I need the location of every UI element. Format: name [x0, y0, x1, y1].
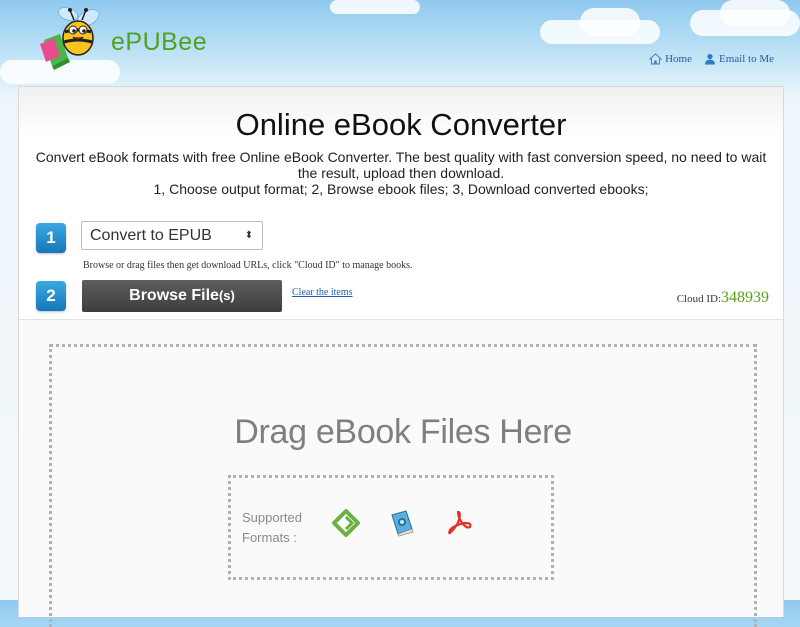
supported-formats-label: Supported Formats :	[242, 508, 302, 548]
page-description: Convert eBook formats with free Online e…	[29, 149, 773, 197]
page-title: Online eBook Converter	[235, 107, 567, 142]
browse-files-suffix: (s)	[218, 288, 235, 303]
clear-items-link[interactable]: Clear the items	[292, 287, 353, 298]
output-format-select[interactable]: Convert to EPUB ⬍	[81, 221, 263, 250]
drag-files-title: Drag eBook Files Here	[234, 413, 572, 451]
supported-formats-box: Supported Formats :	[228, 475, 554, 580]
step-2-badge: 2	[36, 281, 66, 311]
supported-formats-line-1: Supported	[242, 510, 302, 525]
sky-cloud	[720, 0, 790, 26]
steps-text: 1, Choose output format; 2, Browse ebook…	[153, 181, 649, 197]
bee-logo-icon[interactable]	[38, 6, 108, 70]
epub-icon	[332, 509, 360, 537]
cloud-id-label: Cloud ID:	[676, 293, 721, 305]
pdf-icon	[448, 510, 472, 535]
mobi-book-icon	[391, 510, 414, 537]
cloud-id[interactable]: Cloud ID:348939	[677, 289, 769, 307]
top-nav: Home Email to Me	[649, 53, 774, 65]
step-1-badge: 1	[36, 223, 66, 253]
user-icon	[705, 54, 715, 65]
converter-panel: Online eBook Converter Convert eBook for…	[18, 86, 784, 627]
browse-files-button[interactable]: Browse File(s)	[82, 280, 282, 312]
email-to-me-link[interactable]: Email to Me	[704, 53, 774, 65]
select-arrows-icon[interactable]: ⬍	[236, 222, 262, 249]
output-format-value: Convert to EPUB	[90, 227, 212, 244]
home-link-label: Home	[665, 53, 692, 65]
sky-cloud	[330, 0, 420, 14]
upload-hint: Browse or drag files then get download U…	[83, 260, 413, 271]
home-link[interactable]: Home	[649, 53, 692, 65]
sky-cloud	[580, 8, 640, 36]
description-text: Convert eBook formats with free Online e…	[35, 149, 767, 181]
browse-files-label: Browse File	[129, 287, 219, 304]
brand-name[interactable]: ePUBee	[111, 28, 207, 57]
supported-formats-line-2: Formats :	[242, 530, 297, 545]
email-to-me-label: Email to Me	[719, 53, 774, 65]
cloud-id-number[interactable]: 348939	[721, 289, 769, 306]
converter-header: Online eBook Converter Convert eBook for…	[19, 87, 783, 320]
file-drop-zone[interactable]: Drag eBook Files Here Supported Formats …	[49, 344, 757, 627]
home-icon	[649, 53, 663, 65]
